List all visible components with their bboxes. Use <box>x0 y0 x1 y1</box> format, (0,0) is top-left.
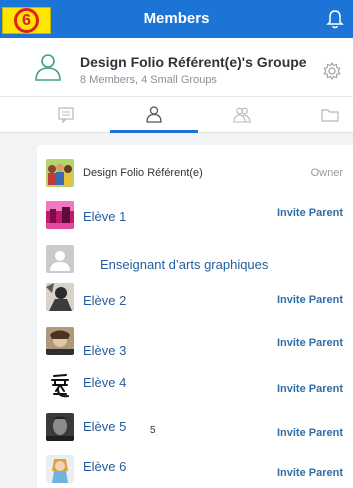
tab-members[interactable] <box>110 97 198 133</box>
tab-bar <box>0 96 353 133</box>
member-list: Design Folio Référent(e) Owner Elève 1 I… <box>37 145 353 488</box>
member-row[interactable]: Elève 1 Invite Parent <box>37 197 353 235</box>
member-name: Elève 1 <box>83 209 127 224</box>
member-row[interactable]: Enseignant d’arts graphiques <box>37 241 353 279</box>
small-groups-icon <box>233 107 251 123</box>
group-header: Design Folio Référent(e)'s Groupe 8 Memb… <box>0 38 353 96</box>
member-name: Elève 5 <box>83 419 127 434</box>
group-member-count: 8 Members, 4 Small Groups <box>80 74 217 86</box>
member-name: Design Folio Référent(e) <box>83 167 203 179</box>
group-photo-avatar <box>46 159 74 187</box>
member-row[interactable]: Elève 2 Invite Parent <box>37 283 353 321</box>
member-name: Elève 2 <box>83 293 127 308</box>
group-name: Design Folio Référent(e)'s Groupe <box>80 54 307 70</box>
invite-parent-link[interactable]: Invite Parent <box>277 467 343 479</box>
calligraphy-avatar <box>46 371 74 399</box>
tab-small-groups[interactable] <box>198 97 286 133</box>
student-photo-avatar <box>46 283 74 311</box>
default-avatar-icon <box>46 245 74 273</box>
member-row[interactable]: Elève 4 Invite Parent <box>37 369 353 407</box>
gear-icon[interactable] <box>323 62 341 80</box>
stray-text: 5 <box>150 425 156 436</box>
member-row-owner[interactable]: Design Folio Référent(e) Owner <box>37 153 353 191</box>
student-photo-avatar <box>46 413 74 441</box>
invite-parent-link[interactable]: Invite Parent <box>277 294 343 306</box>
student-photo-avatar <box>46 201 74 229</box>
bell-icon[interactable] <box>325 8 345 30</box>
top-bar: 6 Members <box>0 0 353 38</box>
tab-chat[interactable] <box>22 97 110 133</box>
chat-icon <box>58 107 74 124</box>
member-row[interactable]: Elève 3 Invite Parent <box>37 327 353 365</box>
group-avatar-icon <box>35 54 61 81</box>
member-name: Elève 6 <box>83 459 127 474</box>
invite-parent-link[interactable]: Invite Parent <box>277 427 343 439</box>
member-row[interactable]: Elève 5 5 Invite Parent <box>37 413 353 451</box>
invite-parent-link[interactable]: Invite Parent <box>277 337 343 349</box>
student-photo-avatar <box>46 455 74 483</box>
member-row[interactable]: Elève 6 Invite Parent <box>37 453 353 488</box>
member-icon <box>146 105 162 123</box>
member-name: Elève 3 <box>83 343 127 358</box>
owner-role-label: Owner <box>310 167 343 179</box>
page-title: Members <box>143 10 210 27</box>
folder-icon <box>321 109 339 122</box>
student-photo-avatar <box>46 327 74 355</box>
invite-parent-link[interactable]: Invite Parent <box>277 383 343 395</box>
tab-files[interactable] <box>286 97 353 133</box>
member-name: Enseignant d’arts graphiques <box>100 257 269 272</box>
invite-parent-link[interactable]: Invite Parent <box>277 207 343 219</box>
member-name: Elève 4 <box>83 375 127 390</box>
